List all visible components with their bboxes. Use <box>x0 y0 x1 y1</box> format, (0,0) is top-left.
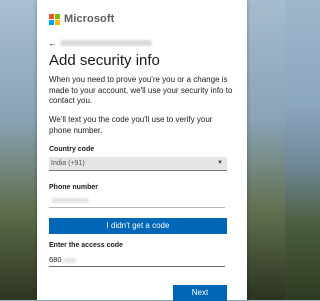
access-code-value: 680 <box>49 255 62 264</box>
didnt-get-code-button[interactable]: I didn't get a code <box>49 218 227 234</box>
phone-number-input[interactable] <box>49 195 225 208</box>
background-right <box>245 0 285 300</box>
account-email-redacted <box>60 40 152 46</box>
sms-info-paragraph: We'll text you the code you'll use to ve… <box>49 115 213 135</box>
page-title: Add security info <box>49 52 160 69</box>
phone-number-label: Phone number <box>49 184 99 191</box>
country-code-select[interactable]: India (+91) ▼ <box>49 157 227 171</box>
brand-name: Microsoft <box>64 13 115 25</box>
microsoft-logo-icon <box>49 13 60 25</box>
signin-card: Microsoft ← Add security info When you n… <box>37 0 247 301</box>
country-code-value: India (+91) <box>51 160 85 167</box>
phone-number-redacted <box>51 198 89 203</box>
next-button[interactable]: Next <box>173 285 227 301</box>
access-code-redacted <box>63 257 76 263</box>
country-code-label: Country code <box>49 146 95 153</box>
back-row: ← <box>48 38 152 48</box>
description-paragraph: When you need to prove you're you or a c… <box>49 75 233 105</box>
microsoft-logo: Microsoft <box>49 13 114 25</box>
back-arrow-icon[interactable]: ← <box>48 38 57 48</box>
chevron-down-icon: ▼ <box>217 160 223 166</box>
access-code-input[interactable]: 680 <box>49 254 225 267</box>
access-code-label: Enter the access code <box>49 242 123 249</box>
background-left <box>0 0 40 300</box>
